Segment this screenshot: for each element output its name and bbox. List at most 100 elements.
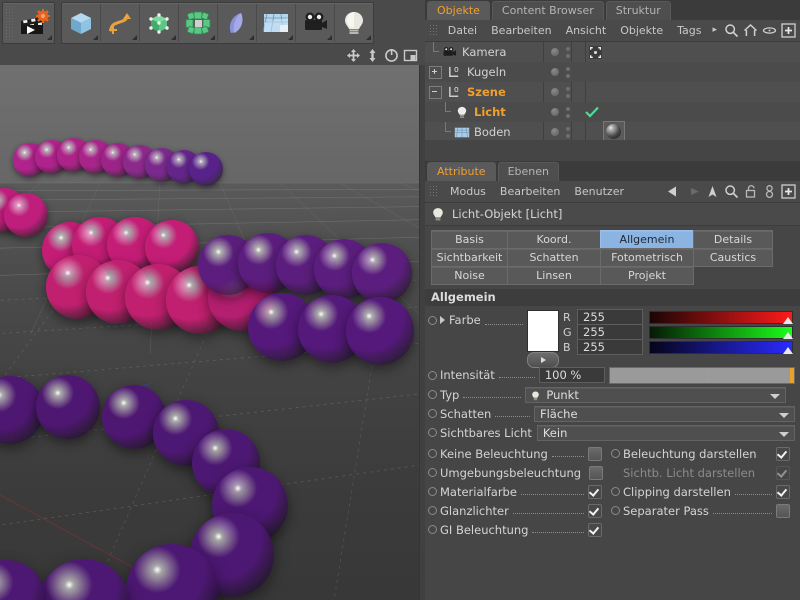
- checkbox[interactable]: [776, 465, 790, 480]
- intensity-input[interactable]: 100 %: [538, 367, 605, 383]
- mode-tab-linsen[interactable]: Linsen: [507, 266, 601, 285]
- checkbox-row[interactable]: Beleuchtung darstellen: [608, 444, 796, 463]
- object-visibility-dots[interactable]: [543, 46, 585, 58]
- tree-expander-szene[interactable]: [429, 85, 442, 99]
- camera-button[interactable]: [296, 3, 335, 42]
- cube-primitive-button[interactable]: [62, 3, 101, 42]
- checkbox[interactable]: [588, 484, 602, 499]
- schatten-dropdown[interactable]: Fläche: [534, 405, 795, 422]
- checkbox-row[interactable]: Clipping darstellen: [608, 482, 796, 501]
- tab-content-browser[interactable]: Content Browser: [491, 1, 604, 20]
- object-tree-row[interactable]: Licht: [425, 102, 800, 122]
- visibility-dot[interactable]: [551, 48, 559, 56]
- menu-bearbeiten[interactable]: Bearbeiten: [493, 181, 567, 202]
- lock-icon[interactable]: [742, 183, 759, 200]
- visibility-dot[interactable]: [551, 108, 559, 116]
- object-tree-row[interactable]: 0 Szene: [425, 82, 800, 102]
- visibility-dot-pair[interactable]: [566, 66, 570, 78]
- sichtbares-licht-dropdown[interactable]: Kein: [536, 424, 795, 441]
- object-visibility-dots[interactable]: [543, 126, 585, 138]
- anim-toggle[interactable]: [611, 487, 620, 496]
- channel-slider-r[interactable]: [649, 310, 793, 324]
- add-icon[interactable]: [780, 22, 797, 39]
- menu-tags[interactable]: Tags: [670, 20, 708, 41]
- search-icon[interactable]: [723, 183, 740, 200]
- anim-toggle[interactable]: [611, 449, 620, 458]
- checkbox-row[interactable]: Separater Pass: [608, 501, 796, 520]
- color-expand-arrow[interactable]: [440, 316, 445, 324]
- visibility-dot[interactable]: [551, 68, 559, 76]
- menu-modus[interactable]: Modus: [443, 181, 493, 202]
- anim-toggle[interactable]: [428, 468, 437, 477]
- object-tag-cell[interactable]: [585, 45, 602, 59]
- chevron-down-icon[interactable]: [779, 412, 789, 418]
- object-tree-row[interactable]: Boden: [425, 121, 800, 140]
- object-visibility-dots[interactable]: [543, 106, 585, 118]
- mode-tab-noise[interactable]: Noise: [431, 266, 508, 285]
- material-tag-icon[interactable]: [603, 121, 625, 140]
- up-arrow-icon[interactable]: [704, 183, 721, 200]
- visibility-dot[interactable]: [551, 88, 559, 96]
- mode-tab-details[interactable]: Details: [693, 230, 773, 249]
- object-tree-row[interactable]: 0 Kugeln: [425, 62, 800, 82]
- checkbox[interactable]: [589, 465, 604, 480]
- viewport-3d[interactable]: [0, 65, 420, 600]
- sphere[interactable]: [189, 152, 223, 186]
- chevron-down-icon[interactable]: [779, 431, 789, 437]
- mode-tab-projekt[interactable]: Projekt: [600, 266, 694, 285]
- sphere[interactable]: [4, 193, 48, 237]
- color-picker-toggle[interactable]: [527, 352, 559, 368]
- move-view-icon[interactable]: [345, 47, 362, 63]
- checkbox[interactable]: [776, 503, 790, 518]
- object-tree[interactable]: Kamera 0 Kugeln 0 Szene Licht Boden: [425, 42, 800, 140]
- intensity-anim-toggle[interactable]: [428, 370, 437, 380]
- channel-input-b[interactable]: 255: [577, 339, 643, 355]
- schatten-anim-toggle[interactable]: [428, 409, 437, 418]
- mode-tab-koord[interactable]: Koord.: [507, 230, 601, 249]
- tab-attribute[interactable]: Attribute: [427, 162, 496, 181]
- checkbox-row[interactable]: Sichtb. Licht darstellen: [608, 463, 796, 482]
- environment-button[interactable]: [257, 3, 296, 42]
- chevron-down-icon[interactable]: [770, 393, 781, 399]
- anim-toggle[interactable]: [428, 525, 437, 534]
- checkbox[interactable]: [776, 484, 790, 499]
- checkbox[interactable]: [776, 446, 790, 461]
- deformer-button[interactable]: [179, 3, 218, 42]
- target-tag-icon[interactable]: [589, 45, 602, 59]
- menu-datei[interactable]: Datei: [441, 20, 484, 41]
- checkbox-row[interactable]: Glanzlichter: [425, 501, 608, 520]
- render-view-button[interactable]: [16, 4, 54, 42]
- check-icon[interactable]: [585, 106, 599, 118]
- visibility-dot-pair[interactable]: [566, 86, 570, 98]
- mode-tab-fotometrisch[interactable]: Fotometrisch: [600, 248, 694, 267]
- visibility-dot-pair[interactable]: [566, 106, 570, 118]
- color-anim-toggle[interactable]: [428, 315, 437, 325]
- sphere[interactable]: [352, 243, 412, 303]
- checkbox[interactable]: [588, 446, 602, 461]
- checkbox-row[interactable]: Keine Beleuchtung: [425, 444, 608, 463]
- sichtbares-licht-anim-toggle[interactable]: [428, 428, 437, 437]
- rotate-view-icon[interactable]: [383, 47, 400, 63]
- toolbar-grip[interactable]: [5, 4, 14, 41]
- scale-view-icon[interactable]: [364, 47, 381, 63]
- object-visibility-dots[interactable]: [543, 86, 585, 98]
- typ-dropdown[interactable]: Punkt: [525, 386, 787, 403]
- tab-objekte[interactable]: Objekte: [427, 1, 490, 20]
- anim-toggle[interactable]: [428, 487, 437, 496]
- channel-slider-g[interactable]: [649, 325, 793, 339]
- channel-input-r[interactable]: 255: [577, 309, 643, 325]
- anim-toggle[interactable]: [611, 506, 620, 515]
- object-tag-cell[interactable]: [581, 106, 599, 118]
- mode-tab-sichtbarkeit[interactable]: Sichtbarkeit: [431, 248, 508, 267]
- menu-benutzer[interactable]: Benutzer: [567, 181, 631, 202]
- tab-ebenen[interactable]: Ebenen: [497, 162, 559, 181]
- menu-bearbeiten[interactable]: Bearbeiten: [484, 20, 558, 41]
- color-swatch[interactable]: [527, 310, 559, 352]
- maximize-view-icon[interactable]: [402, 47, 419, 63]
- tab-struktur[interactable]: Struktur: [605, 1, 671, 20]
- sphere[interactable]: [36, 375, 100, 439]
- object-visibility-dots[interactable]: [543, 66, 585, 78]
- intensity-slider[interactable]: [608, 366, 795, 384]
- checkbox-row[interactable]: GI Beleuchtung: [425, 520, 608, 539]
- menu-ansicht[interactable]: Ansicht: [559, 20, 614, 41]
